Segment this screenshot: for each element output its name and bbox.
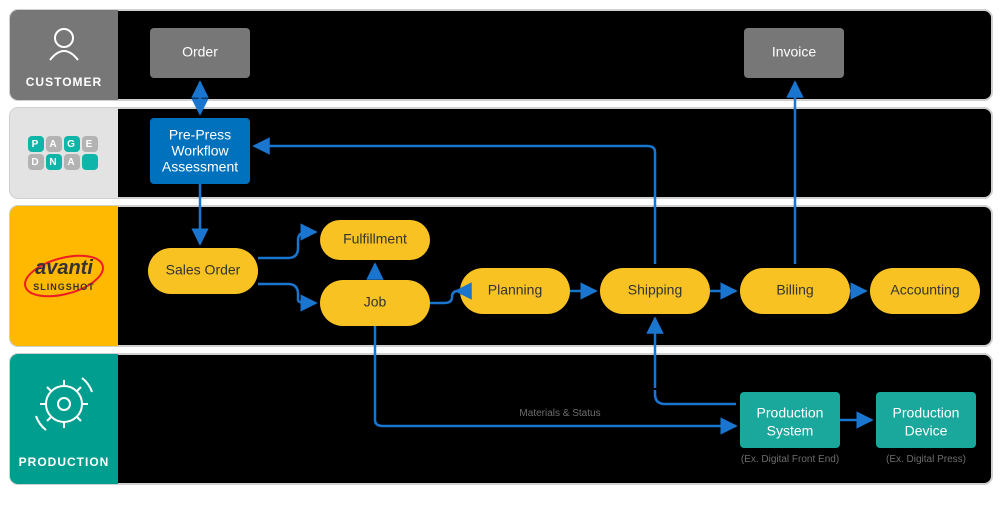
caption-ex-dfe: (Ex. Digital Front End): [741, 454, 839, 465]
svg-text:E: E: [86, 139, 95, 150]
svg-text:System: System: [767, 423, 814, 439]
svg-text:Sales Order: Sales Order: [166, 262, 241, 278]
node-production-device: Production Device (Ex. Digital Press): [876, 392, 976, 465]
svg-text:Order: Order: [182, 44, 218, 60]
svg-text:Billing: Billing: [776, 282, 813, 298]
node-fulfillment: Fulfillment: [320, 220, 430, 260]
node-job: Job: [320, 280, 430, 326]
node-invoice: Invoice: [744, 28, 844, 78]
svg-text:Assessment: Assessment: [162, 159, 238, 175]
svg-text:Planning: Planning: [488, 282, 543, 298]
node-sales-order: Sales Order: [148, 248, 258, 294]
svg-text:avanti: avanti: [35, 257, 93, 279]
svg-text:SLINGSHOT: SLINGSHOT: [33, 282, 95, 292]
node-order: Order: [150, 28, 250, 78]
svg-text:Pre-Press: Pre-Press: [169, 127, 231, 143]
lane-production-label: PRODUCTION: [19, 455, 110, 469]
node-prepress: Pre-Press Workflow Assessment: [150, 118, 250, 184]
node-production-system: Production System (Ex. Digital Front End…: [740, 392, 840, 465]
node-accounting: Accounting: [870, 268, 980, 314]
caption-ex-press: (Ex. Digital Press): [886, 454, 966, 465]
svg-text:Device: Device: [905, 423, 948, 439]
node-billing: Billing: [740, 268, 850, 314]
svg-text:D: D: [31, 157, 40, 168]
svg-text:A: A: [67, 157, 76, 168]
svg-text:N: N: [49, 157, 58, 168]
caption-materials-status: Materials & Status: [519, 408, 600, 419]
svg-text:Job: Job: [364, 294, 387, 310]
svg-text:Invoice: Invoice: [772, 44, 817, 60]
svg-text:P: P: [32, 139, 41, 150]
svg-text:Fulfillment: Fulfillment: [343, 231, 407, 247]
node-planning: Planning: [460, 268, 570, 314]
svg-text:A: A: [49, 139, 58, 150]
svg-text:Accounting: Accounting: [890, 282, 959, 298]
svg-text:G: G: [67, 139, 77, 150]
svg-text:Workflow: Workflow: [171, 143, 229, 159]
lane-customer-label: CUSTOMER: [26, 75, 102, 89]
svg-text:Shipping: Shipping: [628, 282, 683, 298]
svg-text:Production: Production: [757, 405, 824, 421]
node-shipping: Shipping: [600, 268, 710, 314]
svg-text:Production: Production: [893, 405, 960, 421]
